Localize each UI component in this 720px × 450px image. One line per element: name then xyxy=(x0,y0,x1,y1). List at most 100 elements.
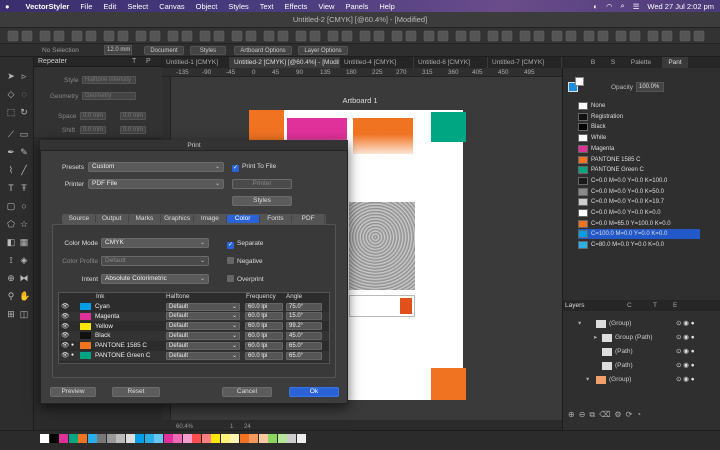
expand-icon[interactable]: ▾ xyxy=(578,318,581,330)
eye-icon[interactable]: 👁 xyxy=(61,302,69,312)
rectangle-tool-icon[interactable]: ▢ xyxy=(6,201,16,211)
halftone-select[interactable]: Default ⌄ xyxy=(166,322,240,331)
knife-tool-icon[interactable]: ⟋ xyxy=(6,129,16,139)
swatch-item[interactable]: Magenta xyxy=(578,144,700,154)
transform-tool-icon[interactable]: ⬚ xyxy=(6,107,16,117)
palette-swatch[interactable] xyxy=(163,434,173,443)
tab-e[interactable]: E xyxy=(673,302,677,309)
print-to-file-checkbox[interactable]: ✓ Print To File xyxy=(232,162,276,172)
ink-row[interactable]: 👁 Cyan Default ⌄ 60.0 lpi 75.0° xyxy=(59,302,329,312)
swatch-item[interactable]: C=100.0 M=0.0 Y=0.0 K=0.0 xyxy=(578,229,700,240)
status-icon[interactable]: ◐ xyxy=(593,2,598,11)
palette-swatch[interactable] xyxy=(268,434,277,443)
hand-tool-icon[interactable]: ✋ xyxy=(19,291,30,301)
printer-button[interactable]: Printer xyxy=(232,179,292,189)
visibility-icon[interactable]: ⊙ ◉ ● xyxy=(676,360,695,372)
menu-panels[interactable]: Panels xyxy=(345,2,368,11)
menu-styles[interactable]: Styles xyxy=(228,2,248,11)
overprint-checkbox[interactable]: Overprint xyxy=(227,275,264,284)
palette-swatch[interactable] xyxy=(68,434,78,443)
halftone-select[interactable]: Default ⌄ xyxy=(166,312,240,321)
palette-swatch[interactable] xyxy=(182,434,192,443)
tab-image[interactable]: Image xyxy=(194,215,227,223)
blend-tool-icon[interactable]: ⧓ xyxy=(19,273,29,283)
tab-output[interactable]: Output xyxy=(95,215,129,223)
ink-row[interactable]: 👁 ● PANTONE Green C Default ⌄ 60.0 lpi 65.0° xyxy=(59,351,329,361)
tab-p[interactable]: P xyxy=(146,58,151,65)
brush-tool-icon[interactable]: ⌇ xyxy=(6,165,16,175)
stroke-color-well[interactable] xyxy=(575,77,584,86)
palette-swatch[interactable] xyxy=(125,434,135,443)
page-readout[interactable]: 1 xyxy=(230,424,233,430)
eye-icon[interactable]: 👁 xyxy=(61,322,69,332)
menu-select[interactable]: Select xyxy=(127,2,148,11)
artboard-tool-icon[interactable]: ⊞ xyxy=(6,309,16,319)
tab-b[interactable]: B xyxy=(586,57,600,68)
clock[interactable]: Wed 27 Jul 2:02 pm xyxy=(647,2,714,11)
doc-tab-2[interactable]: Untitled-2 [CMYK] [@60.4%] - [Modified] xyxy=(230,57,340,68)
swatch-item[interactable]: None xyxy=(578,101,700,111)
layer-row[interactable]: (Path) ⊙ ◉ ● xyxy=(578,346,708,358)
visibility-icon[interactable]: ⊙ ◉ ● xyxy=(676,374,695,386)
size-field[interactable]: 12.0 mm xyxy=(104,45,132,55)
palette-swatch[interactable] xyxy=(230,434,239,443)
swatch-item[interactable]: PANTONE 1585 C xyxy=(578,155,700,165)
shift-y-field[interactable]: 0.0 mm xyxy=(120,126,146,134)
expand-icon[interactable]: ▸ xyxy=(594,332,597,344)
frequency-field[interactable]: 60.0 lpi xyxy=(245,331,283,340)
pencil-tool-icon[interactable]: ✎ xyxy=(19,147,29,157)
app-menu[interactable]: VectorStyler xyxy=(26,2,70,11)
orange-block-bottom[interactable] xyxy=(431,368,466,400)
palette-swatch[interactable] xyxy=(116,434,125,443)
space-y-field[interactable]: 0.0 mm xyxy=(120,112,146,120)
halftone-image[interactable] xyxy=(349,202,415,290)
angle-field[interactable]: 15.0° xyxy=(286,312,322,321)
fill-tool-icon[interactable]: ◈ xyxy=(19,255,29,265)
preview-button[interactable]: Preview xyxy=(50,387,96,397)
palette-swatch[interactable] xyxy=(144,434,154,443)
layer-row[interactable]: ▾ (Group) ⊙ ◉ ● xyxy=(578,374,708,386)
shift-x-field[interactable]: 0.0 mm xyxy=(80,126,106,134)
halftone-select[interactable]: Default ⌄ xyxy=(166,341,240,350)
styles-button[interactable]: Styles xyxy=(190,46,226,55)
space-x-field[interactable]: 0.0 mm xyxy=(80,112,106,120)
palette-swatch[interactable] xyxy=(211,434,220,443)
tab-color[interactable]: Color xyxy=(226,215,260,223)
angle-field[interactable]: 75.0° xyxy=(286,302,322,311)
mesh-tool-icon[interactable]: ▦ xyxy=(19,237,29,247)
eye-icon[interactable]: 👁 xyxy=(61,331,69,341)
palette-swatch[interactable] xyxy=(296,434,306,443)
line-tool-icon[interactable]: ╱ xyxy=(19,165,29,175)
tab-pdf[interactable]: PDF xyxy=(292,215,325,223)
presets-select[interactable]: Custom ⌄ xyxy=(88,162,224,172)
styles-button[interactable]: Styles xyxy=(232,196,292,206)
tab-layers[interactable]: Layers xyxy=(565,302,585,309)
palette-swatch[interactable] xyxy=(239,434,249,443)
palette-swatch[interactable] xyxy=(40,434,49,443)
text-tool-icon[interactable]: T xyxy=(6,183,16,193)
orange-block[interactable] xyxy=(249,110,284,140)
frequency-field[interactable]: 60.0 lpi xyxy=(245,341,283,350)
tab-fonts[interactable]: Fonts xyxy=(259,215,293,223)
ink-row[interactable]: 👁 Magenta Default ⌄ 60.0 lpi 15.0° xyxy=(59,311,329,322)
orange-gradient-block[interactable] xyxy=(353,118,413,154)
menu-text[interactable]: Text xyxy=(260,2,274,11)
lock-icon[interactable]: ⊙ ◉ ● xyxy=(676,318,695,330)
geometry-select[interactable]: Geometry xyxy=(82,92,136,100)
visibility-icon[interactable]: ⊙ ◉ ● xyxy=(676,332,695,344)
palette-swatch[interactable] xyxy=(249,434,258,443)
star-tool-icon[interactable]: ☆ xyxy=(19,219,29,229)
expand-icon[interactable]: ▾ xyxy=(586,374,589,386)
swatch-item[interactable]: Registration xyxy=(578,112,700,122)
palette-swatch[interactable] xyxy=(59,434,68,443)
tab-repeater[interactable]: Repeater xyxy=(38,58,67,65)
angle-field[interactable]: 99.2° xyxy=(286,322,322,331)
tab-marks[interactable]: Marks xyxy=(128,215,162,223)
separate-checkbox[interactable]: ✓ Separate xyxy=(227,239,263,249)
menu-help[interactable]: Help xyxy=(379,2,394,11)
text-path-tool-icon[interactable]: Ŧ xyxy=(19,183,29,193)
angle-field[interactable]: 65.0° xyxy=(286,351,322,360)
tab-s[interactable]: S xyxy=(606,57,620,68)
doc-tab-6[interactable]: Untitled-6 [CMYK] xyxy=(414,57,488,68)
control-center-icon[interactable]: ☰ xyxy=(633,2,640,11)
